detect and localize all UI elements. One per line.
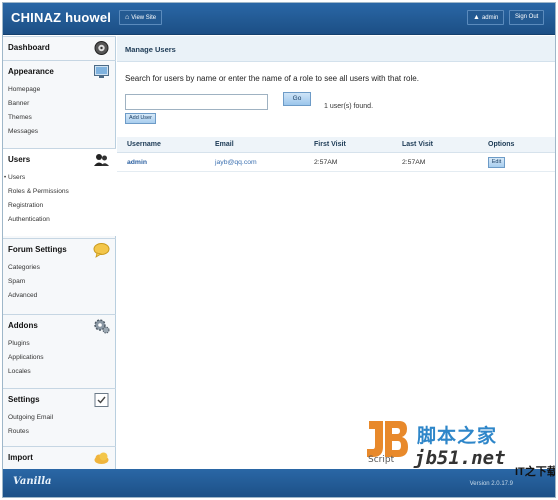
watermark-script-text: Script [368, 455, 395, 465]
sidebar-heading-addons[interactable]: Addons [3, 315, 116, 337]
sidebar-section-dashboard: Dashboard [3, 36, 116, 60]
sidebar-item-advanced[interactable]: Advanced [3, 289, 116, 303]
section-title: Dashboard [8, 43, 50, 52]
section-title: Forum Settings [8, 245, 67, 254]
sidebar-heading-dashboard[interactable]: Dashboard [3, 37, 116, 59]
sidebar-item-authentication[interactable]: Authentication [3, 213, 116, 227]
section-title: Addons [8, 321, 38, 330]
sidebar-section-addons: Addons Plugins Applications Locales [3, 314, 116, 388]
sidebar-section-settings: Settings Outgoing Email Routes [3, 388, 116, 446]
vanilla-logo[interactable]: Vanilla [13, 476, 51, 487]
first-visit-cell: 2:57AM [314, 159, 338, 166]
watermark-url: jb51.net [414, 447, 506, 469]
admin-label: admin [481, 15, 499, 21]
sidebar-item-routes[interactable]: Routes [3, 425, 116, 439]
sidebar-heading-appearance[interactable]: Appearance [3, 61, 116, 83]
sidebar-section-users: Users Users Roles & Permissions Registra… [3, 148, 116, 236]
sidebar-item-messages[interactable]: Messages [3, 125, 116, 139]
sidebar-item-locales[interactable]: Locales [3, 365, 116, 379]
watermark-chinese-text: 脚本之家 [417, 426, 498, 447]
section-title: Users [8, 155, 31, 164]
sidebar-heading-import[interactable]: Import [3, 447, 116, 469]
sign-out-label: Sign Out [515, 14, 539, 20]
go-button[interactable]: Go [283, 92, 311, 106]
edit-user-button[interactable]: Edit [488, 157, 505, 168]
sidebar-item-themes[interactable]: Themes [3, 111, 116, 125]
add-user-button[interactable]: Add User [125, 113, 156, 124]
column-header-last-visit[interactable]: Last Visit [402, 141, 433, 148]
user-search-input[interactable] [125, 94, 268, 110]
home-icon: ⌂ [125, 14, 130, 21]
column-header-options: Options [488, 141, 515, 148]
page-title-bar: Manage Users [117, 36, 555, 62]
cloud-icon [94, 452, 109, 464]
users-table-header: Username Email First Visit Last Visit Op… [117, 137, 555, 153]
top-header: CHINAZ huowel ⌂ View Site ▲ admin Sign Out [3, 3, 555, 35]
view-site-button[interactable]: ⌂ View Site [119, 10, 163, 25]
watermark-corner-text: IT之下载网 [515, 466, 555, 478]
admin-profile-button[interactable]: ▲ admin [467, 10, 505, 25]
column-header-first-visit[interactable]: First Visit [314, 141, 346, 148]
table-row: admin jayb@qq.com 2:57AM 2:57AM Edit [117, 154, 555, 172]
column-header-email[interactable]: Email [215, 141, 234, 148]
sidebar-section-import: Import [3, 446, 116, 469]
username-link[interactable]: admin [127, 159, 147, 166]
column-header-username[interactable]: Username [127, 141, 161, 148]
gears-icon [94, 319, 110, 334]
sidebar-item-outgoing-email[interactable]: Outgoing Email [3, 411, 116, 425]
main-content: Manage Users Search for users by name or… [117, 36, 555, 469]
sidebar-item-plugins[interactable]: Plugins [3, 337, 116, 351]
sidebar-heading-users[interactable]: Users [3, 149, 116, 171]
sidebar-item-spam[interactable]: Spam [3, 275, 116, 289]
email-link[interactable]: jayb@qq.com [215, 159, 257, 166]
sidebar-item-registration[interactable]: Registration [3, 199, 116, 213]
sidebar-item-banner[interactable]: Banner [3, 97, 116, 111]
admin-window: CHINAZ huowel ⌂ View Site ▲ admin Sign Out… [2, 2, 556, 498]
checklist-icon [94, 393, 109, 407]
section-title: Settings [8, 395, 40, 404]
sidebar-item-applications[interactable]: Applications [3, 351, 116, 365]
section-title: Appearance [8, 67, 54, 76]
sidebar-heading-settings[interactable]: Settings [3, 389, 116, 411]
page-title: Manage Users [125, 45, 176, 54]
speech-bubble-icon [93, 243, 110, 258]
footer: Vanilla Version 2.0.17.9 [3, 469, 555, 497]
last-visit-cell: 2:57AM [402, 159, 426, 166]
sidebar: Dashboard Appearance Homepage Banner The [3, 36, 116, 469]
site-brand[interactable]: CHINAZ huowel [11, 10, 111, 25]
results-count: 1 user(s) found. [324, 103, 374, 110]
monitor-icon [94, 65, 109, 78]
sidebar-item-categories[interactable]: Categories [3, 261, 116, 275]
section-title: Import [8, 453, 33, 462]
sidebar-item-roles-permissions[interactable]: Roles & Permissions [3, 185, 116, 199]
sign-out-button[interactable]: Sign Out [509, 10, 545, 25]
search-help-text: Search for users by name or enter the na… [125, 74, 419, 83]
sidebar-item-users[interactable]: Users [3, 171, 116, 185]
dashboard-gauge-icon [94, 41, 109, 55]
sidebar-section-forum-settings: Forum Settings Categories Spam Advanced [3, 238, 116, 312]
sidebar-heading-forum-settings[interactable]: Forum Settings [3, 239, 116, 261]
sidebar-item-homepage[interactable]: Homepage [3, 83, 116, 97]
view-site-label: View Site [131, 15, 157, 21]
user-icon: ▲ [473, 14, 480, 21]
users-icon [94, 154, 109, 166]
version-text: Version 2.0.17.9 [469, 481, 513, 487]
sidebar-section-appearance: Appearance Homepage Banner Themes Messag… [3, 60, 116, 146]
